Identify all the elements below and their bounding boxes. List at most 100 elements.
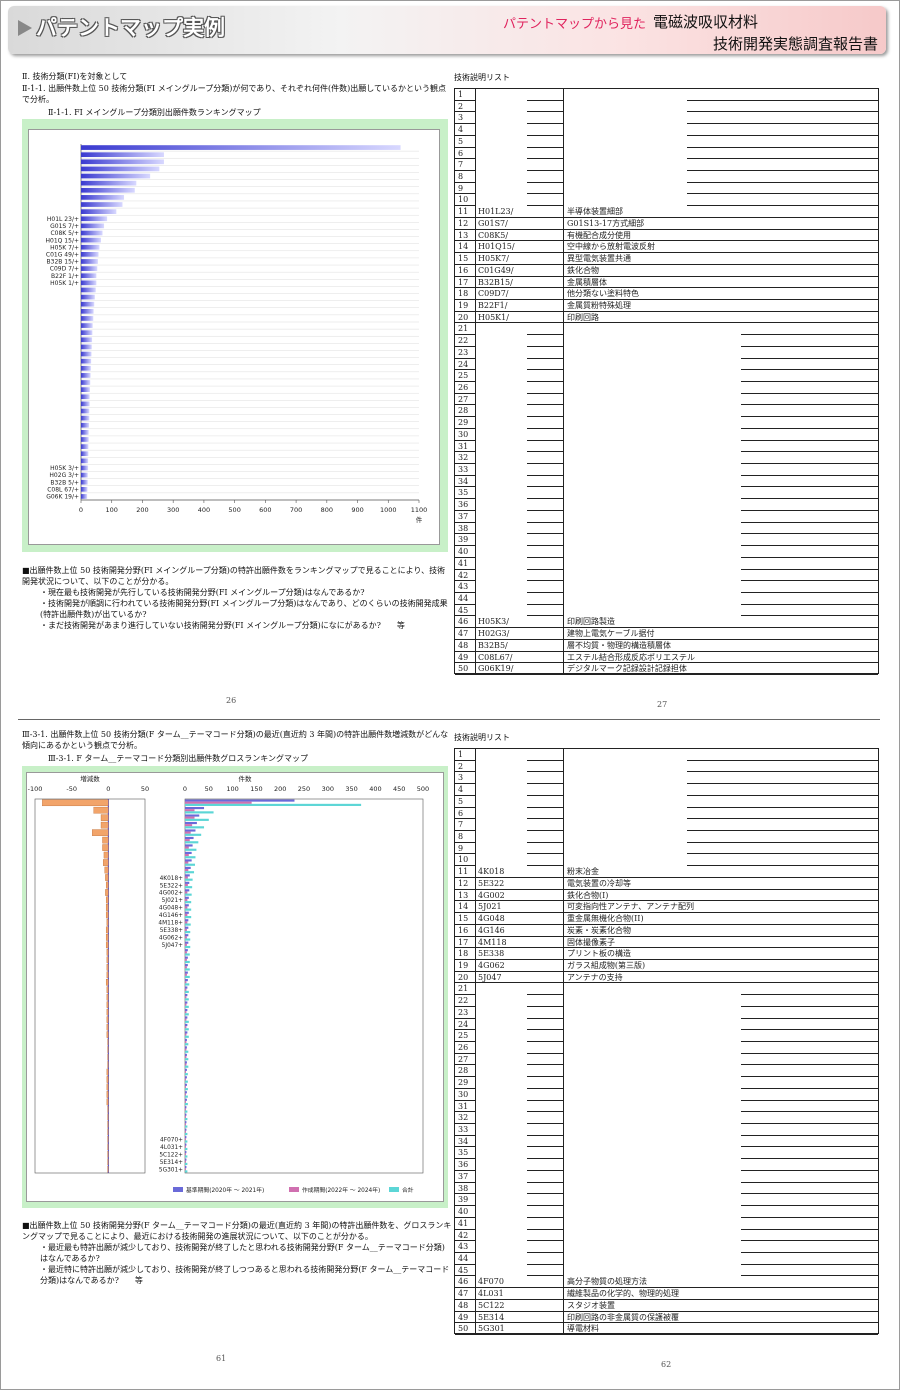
- data-bar: [81, 430, 89, 435]
- recent-period-bar: [185, 831, 191, 834]
- row-number: 11: [458, 867, 469, 877]
- total-bar: [185, 886, 193, 889]
- table-row: 4: [455, 784, 878, 796]
- delta-bar: [107, 1053, 109, 1061]
- delta-bar: [106, 956, 109, 964]
- recent-period-bar: [185, 1108, 186, 1111]
- row-number: 18: [458, 949, 469, 959]
- note-line: ・現在最も技術開発が先行している技術開発分野(FI メイングループ分類)はなんで…: [40, 588, 365, 597]
- row-number: 21: [458, 324, 469, 334]
- delta-bar: [107, 1106, 109, 1113]
- class-description: 異型電気装置共通: [567, 254, 631, 264]
- base-period-bar: [185, 896, 189, 899]
- class-description: 印刷回路の非金属質の保護被覆: [567, 1312, 679, 1322]
- data-bar: [81, 180, 137, 186]
- class-code: H05K3/: [478, 617, 509, 627]
- table-row: 35: [455, 1147, 878, 1160]
- chart-title: Ⅱ-1-1. FI メイングループ分類別出願件数ランキングマップ: [48, 108, 261, 117]
- data-bar: [81, 287, 96, 293]
- data-bar: [81, 344, 92, 350]
- table-row: 46 H05K3/印刷回路製造: [455, 616, 878, 629]
- x-tick-label: 0: [106, 785, 110, 793]
- category-label: 5J021+: [162, 898, 183, 904]
- table-row: 20 5J047 アンテナの支持: [455, 972, 878, 984]
- header-report-name: 技術開発実態調査報告書: [712, 35, 878, 53]
- total-bar: [185, 833, 202, 836]
- fi-ranking-bar-chart: H01L 23/+G01S 7/+C08K 5/+H01Q 15/+H05K 7…: [46, 144, 427, 524]
- category-label: G01S 7/+: [50, 223, 79, 230]
- class-description: 印刷回路製造: [567, 617, 615, 627]
- delta-bar: [105, 874, 109, 881]
- table-row: 26: [455, 382, 878, 394]
- table-row: 27: [455, 1054, 878, 1066]
- fterm-gross-bar-chart: 増減数 件数-100 -50 0 50 0 50 100 150 200 250 300 350 400 4…: [28, 774, 430, 1194]
- page-number: 27: [657, 700, 668, 709]
- delta-bar: [106, 986, 109, 994]
- base-period-bar: [185, 851, 192, 855]
- data-bar: [81, 337, 93, 343]
- base-period-bar: [185, 1158, 187, 1161]
- table-row: 1: [455, 89, 878, 101]
- row-number: 17: [458, 277, 469, 287]
- delta-bar: [107, 1151, 109, 1158]
- table-row: 33: [455, 1124, 878, 1136]
- delta-bar: [107, 1061, 109, 1068]
- data-bar: [81, 145, 401, 150]
- delta-bar: [106, 1001, 109, 1008]
- class-description: 半導体装置細部: [567, 207, 623, 217]
- delta-bar: [100, 814, 109, 821]
- delta-bar: [105, 904, 109, 911]
- row-number: 37: [458, 1171, 469, 1181]
- recent-period-bar: [185, 898, 188, 902]
- row-number: 32: [458, 1113, 469, 1123]
- category-label: 4G002+: [159, 891, 183, 897]
- delta-bar: [42, 799, 109, 807]
- total-bar: [185, 990, 189, 993]
- delta-bar: [100, 821, 109, 829]
- total-bar: [185, 930, 191, 934]
- data-bar: [81, 415, 90, 421]
- delta-bar: [103, 859, 109, 866]
- play-arrow-icon: [18, 20, 32, 36]
- base-period-bar: [185, 1136, 187, 1139]
- class-code: 4G002: [478, 890, 505, 900]
- recent-period-bar: [185, 936, 187, 939]
- table-row: 49 5E314 印刷回路の非金属質の保護被覆: [455, 1312, 878, 1324]
- class-code: H05K1/: [478, 312, 509, 322]
- table-row: 2: [455, 101, 878, 113]
- category-label: 5J047+: [162, 943, 183, 949]
- legend-label: 作成期間(2022年 ～ 2024年): [302, 1186, 380, 1194]
- delta-bar: [106, 1016, 109, 1023]
- recent-period-bar: [185, 1041, 187, 1044]
- row-number: 21: [458, 984, 469, 994]
- x-tick-label: 700: [290, 506, 302, 514]
- table-row: 10: [455, 194, 878, 207]
- table-row: 9: [455, 843, 878, 855]
- total-bar: [185, 1020, 189, 1023]
- recent-period-bar: [185, 1138, 186, 1141]
- data-bar: [81, 166, 160, 172]
- row-number: 45: [458, 1265, 469, 1275]
- table-row: 5: [455, 796, 878, 808]
- delta-bar: [107, 1046, 109, 1053]
- delta-bar: [105, 911, 109, 919]
- left-plot-frame: [34, 798, 146, 1174]
- recent-period-bar: [185, 824, 193, 827]
- recent-period-bar: [185, 1078, 186, 1081]
- row-number: 29: [458, 1078, 469, 1088]
- total-bar: [185, 901, 192, 904]
- right-plot-frame: [184, 798, 424, 1174]
- table-row: 34: [455, 1136, 878, 1148]
- recent-period-bar: [185, 883, 188, 887]
- total-bar: [185, 1073, 188, 1076]
- recent-period-bar: [185, 816, 195, 819]
- total-bar: [185, 893, 192, 896]
- row-number: 3: [458, 113, 464, 123]
- delta-bar: [106, 1023, 109, 1031]
- row-number: 45: [458, 605, 469, 615]
- table-row: 40: [455, 1206, 878, 1218]
- data-bar: [81, 323, 93, 328]
- base-period-bar: [185, 904, 189, 907]
- row-number: 5: [458, 136, 464, 146]
- row-number: 32: [458, 453, 469, 463]
